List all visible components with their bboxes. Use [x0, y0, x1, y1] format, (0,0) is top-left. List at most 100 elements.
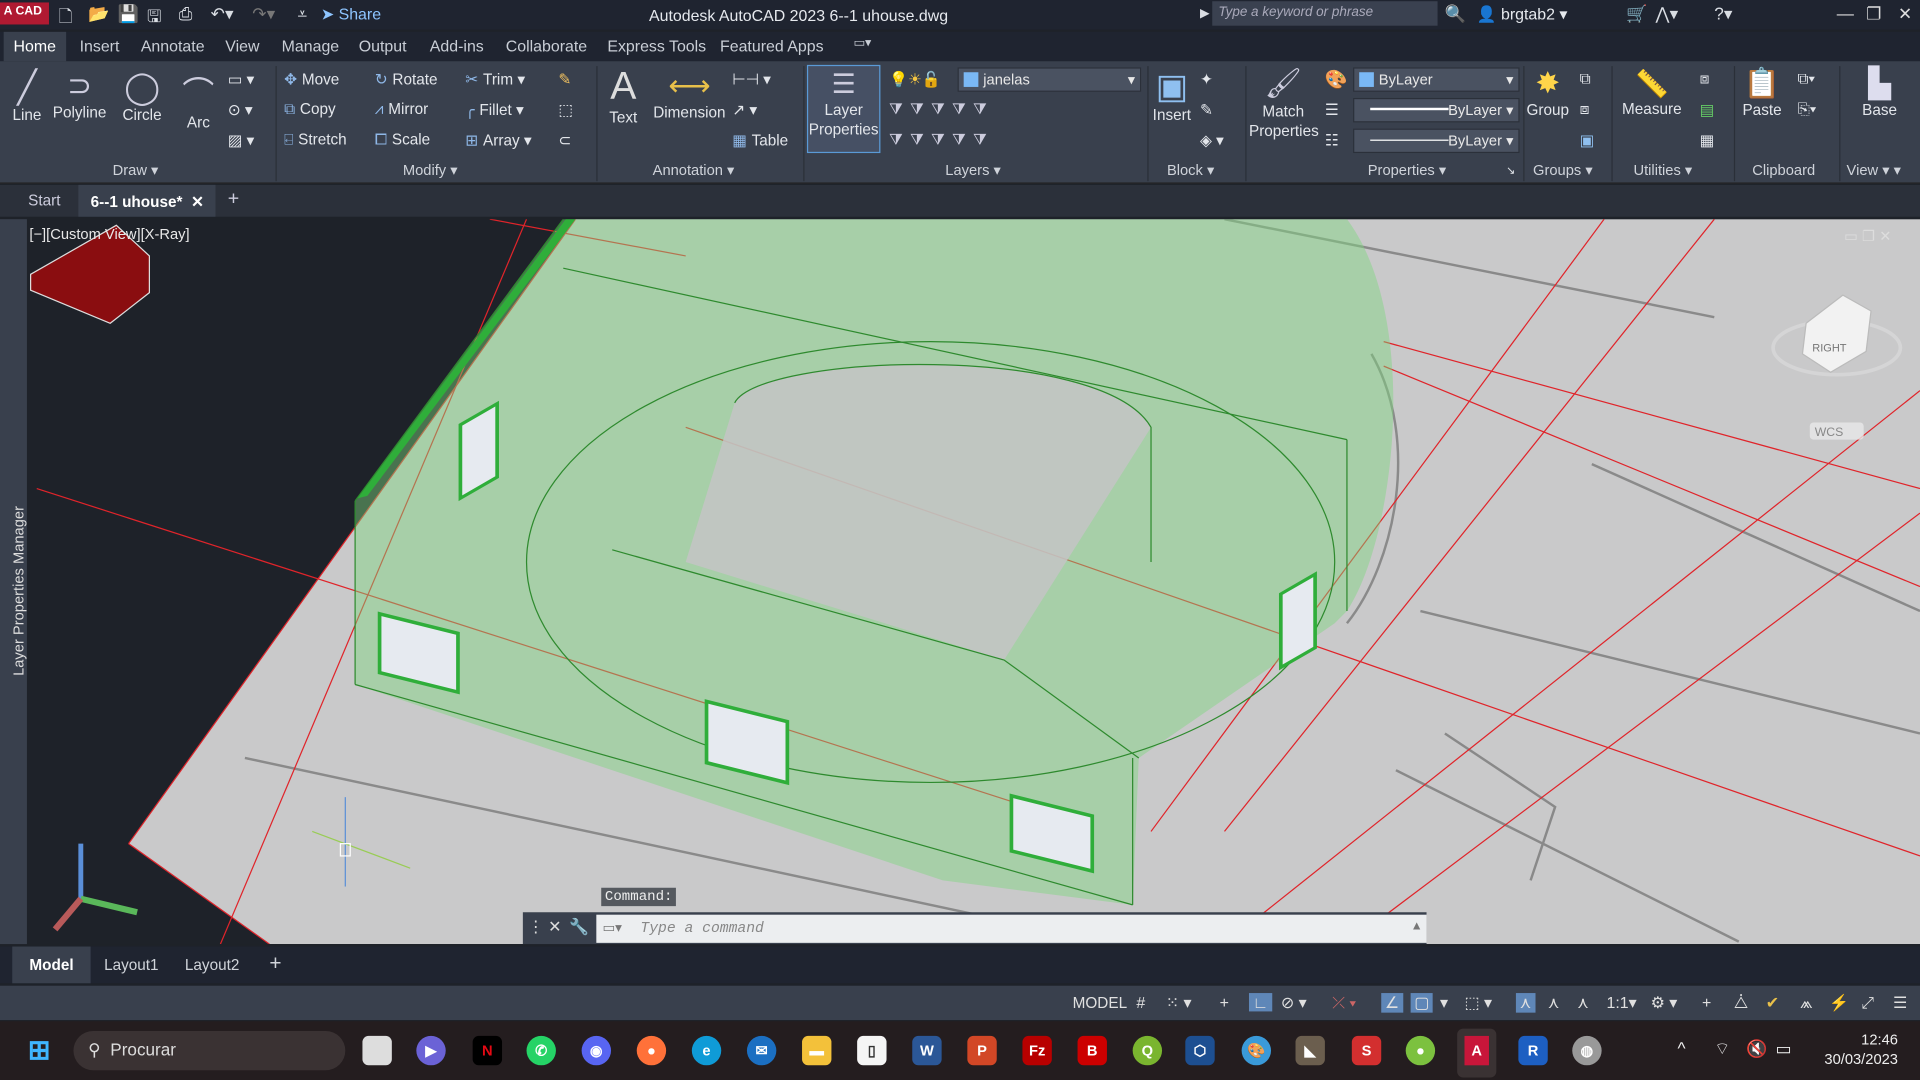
tab-collaborate[interactable]: Collaborate [506, 37, 587, 55]
app-b-icon[interactable]: B [1077, 1035, 1107, 1066]
block-attributes-icon[interactable]: ◈ ▾ [1200, 131, 1224, 149]
units-icon[interactable]: ⧊ [1734, 993, 1748, 1013]
annotation-scale-icon[interactable]: ⋏ [1577, 993, 1589, 1013]
base-view-button[interactable]: ▙ Base [1851, 66, 1907, 118]
match-properties-button[interactable]: 🖌 Match Properties [1249, 66, 1319, 141]
edit-block-icon[interactable]: ✎ [1200, 100, 1213, 119]
viewport-window-controls[interactable]: ▭ ❐ ✕ [1844, 228, 1892, 245]
undo-icon[interactable]: ↶▾ [211, 4, 234, 25]
layer-state-icons[interactable]: 💡☀🔓 [889, 70, 941, 90]
workspace-gear-icon[interactable]: ⚙ ▾ [1651, 993, 1678, 1013]
layer-tools-row1-icons[interactable]: ⧩⧩⧩⧩⧩ [889, 100, 994, 118]
copy-clip-icon[interactable]: ⎘▾ [1798, 100, 1817, 118]
command-customize-icon[interactable]: 🔧 [569, 917, 589, 937]
ribbon-minimize-toggle[interactable]: ▭▾ [853, 37, 871, 50]
google-earth-pro-icon[interactable]: ◍ [1572, 1035, 1602, 1066]
annotation-visibility-icon[interactable]: ⋏ [1515, 993, 1535, 1013]
teams-icon[interactable]: ▶ [416, 1035, 446, 1066]
cart-icon[interactable]: 🛒 [1626, 4, 1647, 25]
ellipse-icon[interactable]: ⊙ ▾ [228, 100, 253, 119]
publish-icon[interactable]: ⎙ [179, 4, 193, 25]
show-hidden-icons[interactable]: ^ [1678, 1038, 1686, 1058]
tab-insert[interactable]: Insert [80, 37, 120, 55]
powerpoint-icon[interactable]: P [967, 1035, 997, 1066]
group-selection-icon[interactable]: ▣ [1580, 131, 1594, 149]
color-dropdown[interactable]: ByLayer ▾ [1353, 67, 1520, 92]
autodesk-icon[interactable]: ⋀▾ [1656, 4, 1679, 25]
add-layout-button[interactable]: + [269, 951, 281, 975]
3d-osnap-icon[interactable]: ⬚ ▾ [1464, 993, 1491, 1013]
close-tab-icon[interactable]: ✕ [191, 193, 204, 210]
layer-dropdown[interactable]: janelas ▾ [957, 67, 1142, 92]
insert-button[interactable]: ▣ Insert [1151, 66, 1193, 123]
whatsapp-icon[interactable]: ✆ [526, 1035, 556, 1066]
wcs-menu-label[interactable]: WCS [1815, 425, 1844, 439]
search-expand-icon[interactable]: ▶ [1200, 7, 1209, 20]
tab-add-ins[interactable]: Add-ins [430, 37, 484, 55]
qgis-icon[interactable]: Q [1132, 1035, 1163, 1066]
text-button[interactable]: A Text [605, 64, 642, 126]
volume-muted-icon[interactable]: 🔇 [1746, 1038, 1767, 1059]
table-button[interactable]: ▦ Table [732, 131, 788, 149]
filezilla-icon[interactable]: Fz [1022, 1035, 1052, 1066]
move-button[interactable]: ✥ Move [284, 70, 339, 88]
layers-panel-label[interactable]: Layers ▾ [945, 162, 1001, 179]
battery-icon[interactable]: ▭ [1776, 1038, 1792, 1059]
close-button[interactable]: ✕ [1898, 4, 1912, 25]
tab-home[interactable]: Home [3, 31, 66, 62]
paste-button[interactable]: 📋 Paste [1739, 66, 1786, 118]
linetype-dropdown[interactable]: ByLayer ▾ [1353, 128, 1520, 154]
tab-model[interactable]: Model [12, 946, 91, 984]
leader-icon[interactable]: ↗ ▾ [732, 100, 757, 119]
help-icon[interactable]: ?▾ [1714, 4, 1732, 25]
save-as-icon[interactable]: 🖫 [147, 4, 162, 33]
block-panel-label[interactable]: Block ▾ [1167, 162, 1214, 179]
group-button[interactable]: ✸ Group [1526, 66, 1570, 118]
thunderbird-icon[interactable]: ✉ [746, 1035, 777, 1066]
offset-icon[interactable]: ⊂ [558, 131, 571, 149]
layer-properties-manager-label[interactable]: Layer Properties Manager [10, 492, 27, 676]
redo-icon[interactable]: ↷▾ [252, 4, 275, 25]
firefox-icon[interactable]: ● [636, 1035, 667, 1066]
annotation-monitor-icon[interactable]: + [1702, 993, 1711, 1011]
modify-panel-label[interactable]: Modify ▾ [403, 162, 458, 179]
command-recent-icon[interactable]: ▭▾ [602, 920, 621, 936]
groups-panel-label[interactable]: Groups ▾ [1533, 162, 1593, 179]
polar-icon[interactable]: ⊘ ▾ [1281, 993, 1307, 1013]
tab-annotate[interactable]: Annotate [141, 37, 205, 55]
rectangle-icon[interactable]: ▭ ▾ [228, 70, 254, 88]
file-explorer-icon[interactable]: ▬ [802, 1035, 832, 1066]
create-block-icon[interactable]: ✦ [1200, 70, 1213, 88]
quick-properties-icon[interactable]: ✔ [1766, 993, 1779, 1013]
cut-icon[interactable]: ⧉▾ [1798, 70, 1815, 88]
annotation-scale-dropdown[interactable]: 1:1▾ [1607, 993, 1637, 1013]
explode-icon[interactable]: ⬚ [558, 100, 572, 119]
view-panel-label[interactable]: View ▾ ▾ [1847, 162, 1902, 179]
windows-start-icon[interactable]: ⊞ [24, 1035, 53, 1065]
system-clock[interactable]: 12:46 30/03/2023 [1812, 1030, 1898, 1069]
app-green-icon[interactable]: ● [1405, 1035, 1436, 1066]
array-button[interactable]: ⊞ Array ▾ [465, 131, 531, 149]
trim-button[interactable]: ✂ Trim ▾ [465, 70, 525, 88]
object-snap-icon[interactable]: ▢ [1410, 993, 1434, 1013]
calculator-icon[interactable]: ▦ [1700, 131, 1714, 149]
customization-menu-icon[interactable]: ☰ [1893, 993, 1907, 1013]
virtualbox-icon[interactable]: ⬡ [1185, 1035, 1215, 1066]
clean-screen-icon[interactable]: ⤢ [1861, 993, 1874, 1013]
search-icon[interactable]: 🔍 [1445, 4, 1466, 25]
tab-view[interactable]: View [225, 37, 259, 55]
save-icon[interactable]: 💾 [118, 4, 139, 25]
auto-scale-icon[interactable]: ⋏ [1548, 993, 1560, 1013]
dimension-button[interactable]: ⟷ Dimension [651, 69, 727, 121]
quick-select-icon[interactable]: ⧈ [1700, 70, 1710, 88]
document-icon[interactable]: ▯ [857, 1035, 887, 1066]
circle-button[interactable]: ◯ Circle [118, 69, 167, 124]
model-space-toggle[interactable]: MODEL [1073, 994, 1127, 1011]
snap-dropdown[interactable]: ▾ [1440, 993, 1448, 1013]
linear-dimension-icon[interactable]: ⊢⊣ ▾ [732, 70, 771, 88]
isodraft-icon[interactable]: ⤫ ▾ [1332, 993, 1356, 1013]
edge-icon[interactable]: e [691, 1035, 722, 1066]
revit-icon[interactable]: R [1518, 1035, 1548, 1066]
tab-manage[interactable]: Manage [282, 37, 340, 55]
autocad-taskbar-icon[interactable]: A [1457, 1028, 1497, 1078]
